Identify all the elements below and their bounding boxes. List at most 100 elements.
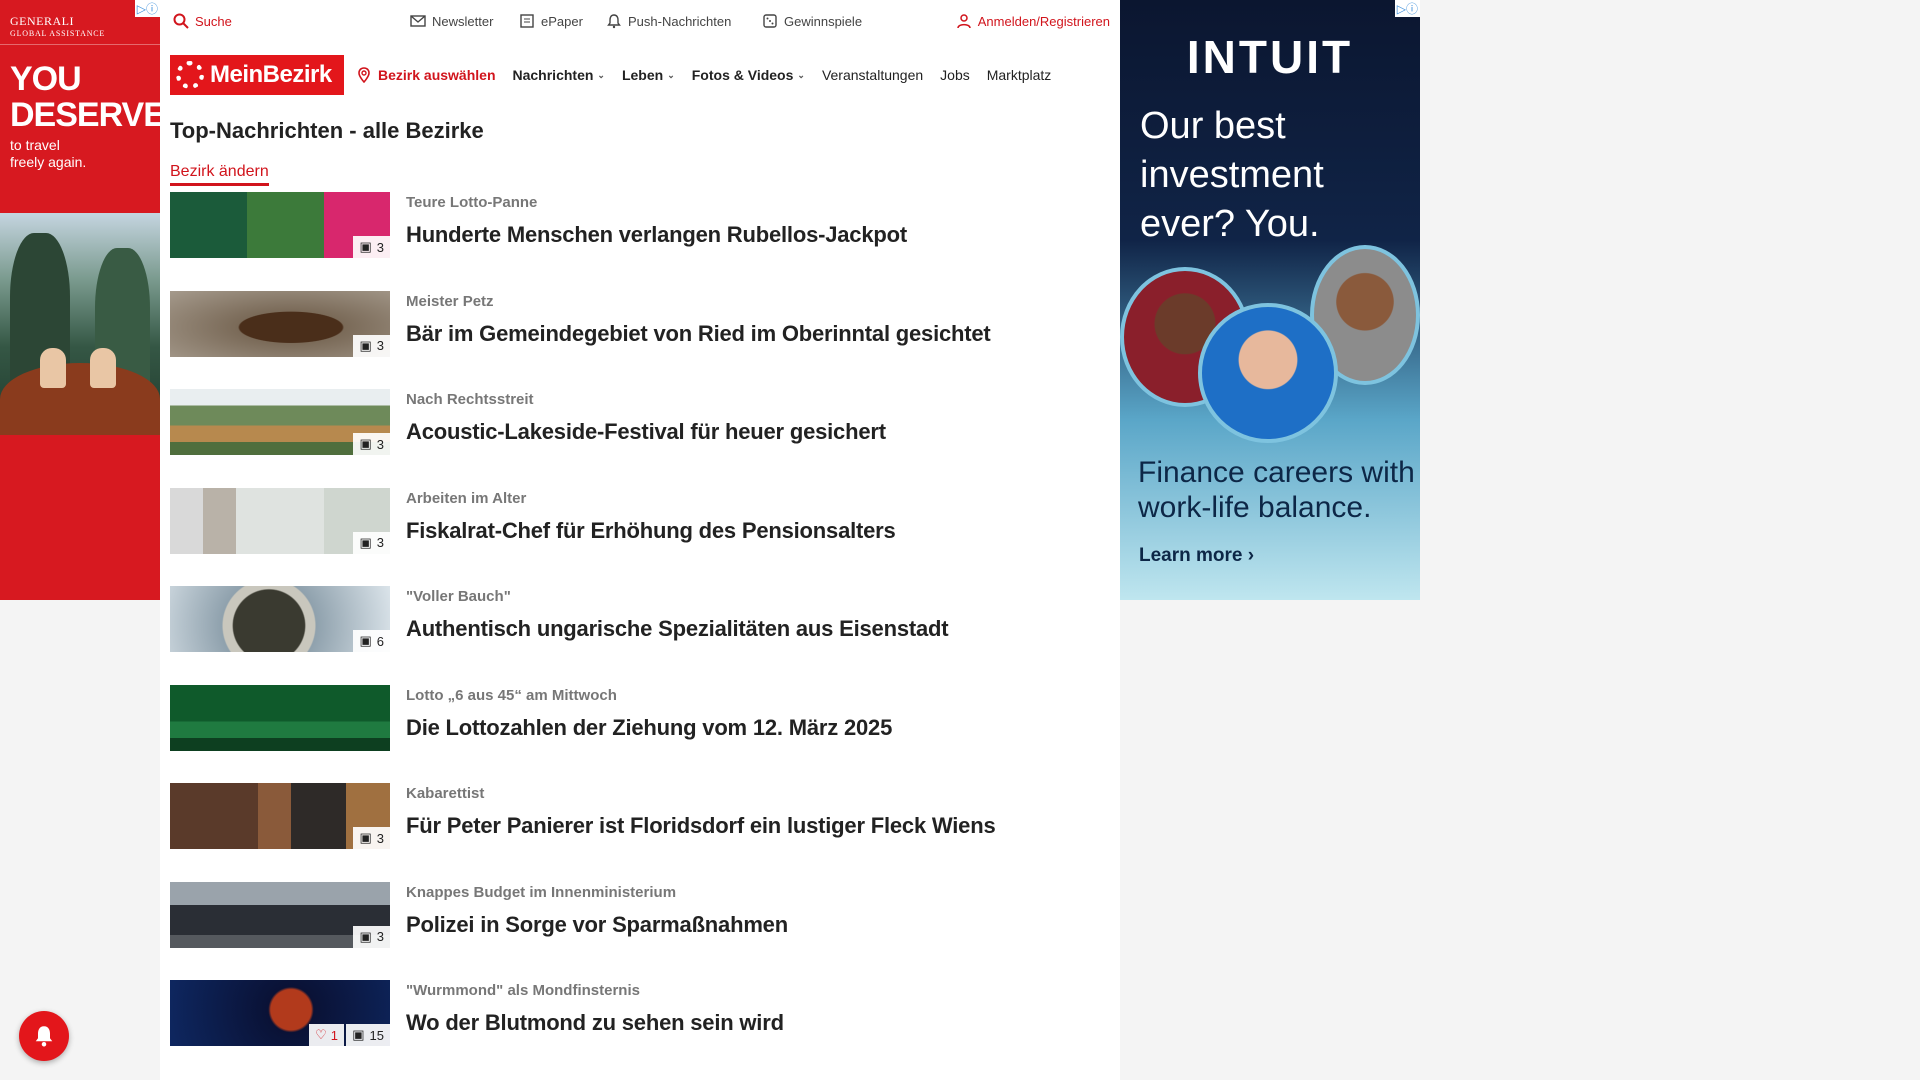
nav-item-fotos-videos[interactable]: Fotos & Videos ⌄ <box>692 67 805 83</box>
article-thumbnail[interactable]: ▣ 3 <box>170 192 390 258</box>
nav-item-marktplatz[interactable]: Marktplatz <box>987 67 1052 83</box>
main-content: Suche Newsletter ePaper Push-Nachrichten… <box>160 0 1120 1080</box>
dice-icon <box>763 14 777 28</box>
article-item[interactable]: ▣ 3 Kabarettist Für Peter Panierer ist Fl… <box>170 783 1100 882</box>
nav-item-nachrichten[interactable]: Nachrichten ⌄ <box>513 67 605 83</box>
gallery-count: ▣ 3 <box>353 433 390 455</box>
article-kicker: "Wurmmond" als Mondfinsternis <box>406 982 640 999</box>
user-icon <box>957 14 971 29</box>
article-headline[interactable]: Die Lottozahlen der Ziehung vom 12. März… <box>406 715 892 741</box>
ad-photo <box>0 213 160 435</box>
gallery-count: ▣ 3 <box>353 236 390 258</box>
change-district-link[interactable]: Bezirk ändern <box>170 163 269 186</box>
image-gallery-icon: ▣ <box>359 436 372 451</box>
adchoices-icon[interactable]: ▷ⓘ <box>134 0 160 17</box>
article-thumbnail[interactable]: ▣ 3 <box>170 881 390 948</box>
ad-learn-more-button[interactable]: Learn more › <box>1139 545 1254 567</box>
article-headline[interactable]: Fiskalrat-Chef für Erhöhung des Pensions… <box>406 518 896 544</box>
nav-overflow-fade <box>1060 54 1120 96</box>
chevron-down-icon: ⌄ <box>797 69 805 80</box>
article-item[interactable]: ▣ 3 Meister Petz Bär im Gemeindegebiet vo… <box>170 290 1100 390</box>
main-navigation: MeinBezirk Bezirk auswählen Nachrichten ⌄… <box>170 54 1120 96</box>
heart-icon: ♡ <box>315 1027 327 1042</box>
article-thumbnail[interactable]: ▣ 3 <box>170 290 390 357</box>
search-icon <box>173 13 189 29</box>
article-item[interactable]: ▣ 3 Nach Rechtsstreit Acoustic-Lakeside-F… <box>170 389 1100 488</box>
article-item[interactable]: ▣ 6 "Voller Bauch" Authentisch ungarische… <box>170 586 1100 685</box>
site-logo[interactable]: MeinBezirk <box>170 55 344 95</box>
image-gallery-icon: ▣ <box>359 337 372 353</box>
top-utility-bar: Suche Newsletter ePaper Push-Nachrichten… <box>160 0 1120 46</box>
article-thumbnail[interactable]: ▣ 3 <box>170 783 390 849</box>
article-thumbnail[interactable]: ▣ 3 <box>170 389 390 455</box>
article-headline[interactable]: Bär im Gemeindegebiet von Ried im Oberin… <box>406 321 991 347</box>
gallery-count: ▣ 6 <box>353 630 390 652</box>
push-notifications-link[interactable]: Push-Nachrichten <box>606 13 731 29</box>
district-selector[interactable]: Bezirk auswählen <box>356 67 496 83</box>
article-item[interactable]: ▣ 3 Arbeiten im Alter Fiskalrat-Chef für … <box>170 487 1100 587</box>
article-kicker: Teure Lotto-Panne <box>406 194 538 211</box>
login-register-link[interactable]: Anmelden/Registrieren <box>956 13 1110 29</box>
nav-item-jobs[interactable]: Jobs <box>940 67 970 83</box>
image-gallery-icon: ▣ <box>359 830 372 845</box>
article-thumbnail[interactable]: ♡ 1 ▣ 15 <box>170 980 390 1046</box>
article-item[interactable]: ♡ 1 ▣ 15 "Wurmmond" als Mondfinsternis Wo … <box>170 980 1100 1079</box>
sweepstakes-link[interactable]: Gewinnspiele <box>762 13 862 29</box>
article-list: ▣ 3 Teure Lotto-Panne Hunderte Menschen v… <box>170 192 1100 1079</box>
image-gallery-icon: ▣ <box>359 928 372 944</box>
article-headline[interactable]: Wo der Blutmond zu sehen sein wird <box>406 1010 784 1036</box>
search-link[interactable]: Suche <box>173 13 232 29</box>
logo-sun-icon <box>176 61 204 89</box>
image-gallery-icon: ▣ <box>359 633 372 648</box>
article-thumbnail[interactable]: ▣ 3 <box>170 487 390 554</box>
ad-logo: INTUIT <box>1186 31 1354 83</box>
chevron-down-icon: ⌄ <box>667 69 675 80</box>
article-headline[interactable]: Hunderte Menschen verlangen Rubellos-Jac… <box>406 222 907 248</box>
article-kicker: Kabarettist <box>406 785 485 802</box>
gallery-count: ▣ 3 <box>353 334 390 357</box>
epaper-link[interactable]: ePaper <box>519 13 583 29</box>
ad-headline: YOU DESERVE <box>10 60 160 134</box>
ad-copy: Finance careers with work-life balance. <box>1138 456 1415 524</box>
article-thumbnail[interactable] <box>170 684 390 751</box>
bell-icon <box>607 14 621 29</box>
article-kicker: Arbeiten im Alter <box>406 489 527 507</box>
article-headline[interactable]: Polizei in Sorge vor Sparmaßnahmen <box>406 912 788 938</box>
article-thumbnail[interactable]: ▣ 6 <box>170 586 390 652</box>
image-gallery-icon: ▣ <box>359 534 372 550</box>
gallery-count: ▣ 3 <box>353 827 390 849</box>
nav-item-veranstaltungen[interactable]: Veranstaltungen <box>822 67 923 83</box>
newspaper-icon <box>520 14 534 28</box>
article-kicker: "Voller Bauch" <box>406 588 511 605</box>
article-kicker: Meister Petz <box>406 292 494 310</box>
map-pin-icon <box>358 67 370 83</box>
article-kicker: Lotto „6 aus 45“ am Mittwoch <box>406 686 617 704</box>
newsletter-link[interactable]: Newsletter <box>410 13 493 29</box>
chevron-down-icon: ⌄ <box>597 69 605 80</box>
notification-bell-button[interactable] <box>19 1011 69 1061</box>
article-item[interactable]: ▣ 3 Teure Lotto-Panne Hunderte Menschen v… <box>170 192 1100 291</box>
nav-item-leben[interactable]: Leben ⌄ <box>622 67 675 83</box>
article-kicker: Nach Rechtsstreit <box>406 391 534 408</box>
ad-tagline: Our best investment ever? You. <box>1140 105 1324 245</box>
article-headline[interactable]: Acoustic-Lakeside-Festival für heuer ges… <box>406 419 886 445</box>
article-item[interactable]: ▣ 3 Knappes Budget im Innenministerium Po… <box>170 881 1100 981</box>
mail-icon <box>410 15 426 27</box>
right-ad-banner[interactable]: ▷ⓘ INTUIT Our best investment ever? You.… <box>1120 0 1420 600</box>
image-gallery-icon: ▣ <box>352 1027 365 1042</box>
like-count[interactable]: ♡ 1 <box>309 1024 344 1046</box>
ad-portraits <box>1120 245 1420 445</box>
gallery-count: ▣ 3 <box>353 925 390 948</box>
image-gallery-icon: ▣ <box>359 239 372 254</box>
left-ad-banner[interactable]: ▷ⓘ GENERALI GLOBAL ASSISTANCE YOU DESERV… <box>0 0 160 600</box>
article-item[interactable]: Lotto „6 aus 45“ am Mittwoch Die Lottoza… <box>170 684 1100 784</box>
article-kicker: Knappes Budget im Innenministerium <box>406 883 677 901</box>
adchoices-icon[interactable]: ▷ⓘ <box>1394 0 1420 17</box>
page-title: Top-Nachrichten - alle Bezirke <box>170 118 484 143</box>
ad-subline: to travel freely again. <box>10 137 87 170</box>
article-headline[interactable]: Für Peter Panierer ist Floridsdorf ein l… <box>406 813 996 839</box>
article-headline[interactable]: Authentisch ungarische Spezialitäten aus… <box>406 616 949 642</box>
bell-icon <box>35 1026 53 1047</box>
gallery-count: ▣ 15 <box>346 1024 390 1046</box>
gallery-count: ▣ 3 <box>353 531 390 554</box>
